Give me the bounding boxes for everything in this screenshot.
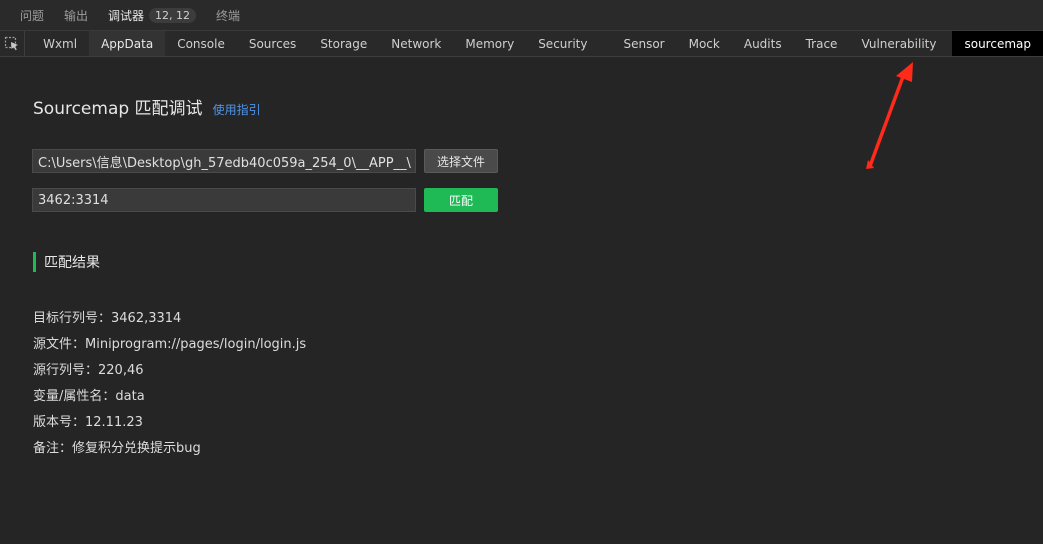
tab-output[interactable]: 输出 — [54, 0, 98, 31]
tab-debugger-label: 调试器 — [108, 8, 145, 23]
tab-mock[interactable]: Mock — [677, 31, 732, 56]
tab-network[interactable]: Network — [379, 31, 453, 56]
inspect-element-icon[interactable] — [0, 31, 26, 56]
tab-sensor[interactable]: Sensor — [611, 31, 676, 56]
result-target-position: 目标行列号：3462,3314 — [33, 311, 182, 326]
result-version: 版本号：12.11.23 — [33, 415, 143, 430]
tab-sources[interactable]: Sources — [237, 31, 308, 56]
debugger-count-badge: 12, 12 — [149, 7, 197, 23]
tab-terminal[interactable]: 终端 — [206, 0, 250, 31]
tab-problems[interactable]: 问题 — [0, 0, 54, 31]
file-path-input[interactable]: C:\Users\信息\Desktop\gh_57edb40c059a_254_… — [32, 149, 416, 173]
annotation-arrow-icon — [866, 62, 913, 169]
tab-memory[interactable]: Memory — [453, 31, 526, 56]
tab-audits[interactable]: Audits — [732, 31, 794, 56]
select-file-button[interactable]: 选择文件 — [424, 149, 498, 173]
cursor-select-icon — [4, 36, 19, 50]
match-button[interactable]: 匹配 — [424, 188, 498, 212]
page-title: Sourcemap 匹配调试 使用指引 — [33, 94, 261, 119]
usage-guide-link[interactable]: 使用指引 — [213, 101, 261, 118]
line-column-input[interactable]: 3462:3314 — [32, 188, 416, 212]
panel-tab-bar: 问题 输出 调试器 12, 12 终端 — [0, 0, 1043, 31]
tab-console[interactable]: Console — [165, 31, 237, 56]
match-result-list: 目标行列号：3462,3314 源文件：Miniprogram://pages/… — [33, 310, 306, 466]
tab-vulnerability[interactable]: Vulnerability — [849, 31, 948, 56]
tab-storage[interactable]: Storage — [308, 31, 379, 56]
result-source-position: 源行列号：220,46 — [33, 363, 144, 378]
tab-wxml[interactable]: Wxml — [25, 31, 89, 56]
tab-appdata[interactable]: AppData — [89, 31, 166, 56]
result-variable-name: 变量/属性名：data — [33, 389, 145, 404]
tab-security[interactable]: Security — [526, 31, 611, 56]
page-title-text: Sourcemap 匹配调试 — [33, 99, 203, 119]
tab-trace[interactable]: Trace — [794, 31, 850, 56]
result-note: 备注：修复积分兑换提示bug — [33, 441, 201, 456]
tab-debugger[interactable]: 调试器 12, 12 — [98, 0, 206, 31]
match-result-heading: 匹配结果 — [33, 252, 100, 272]
devtools-tab-bar: Wxml AppData Console Sources Storage Net… — [0, 31, 1043, 57]
result-source-file: 源文件：Miniprogram://pages/login/login.js — [33, 337, 307, 352]
devtools-window: 问题 输出 调试器 12, 12 终端 Wxml AppData Console… — [0, 0, 1043, 544]
tab-sourcemap[interactable]: sourcemap — [952, 31, 1043, 56]
